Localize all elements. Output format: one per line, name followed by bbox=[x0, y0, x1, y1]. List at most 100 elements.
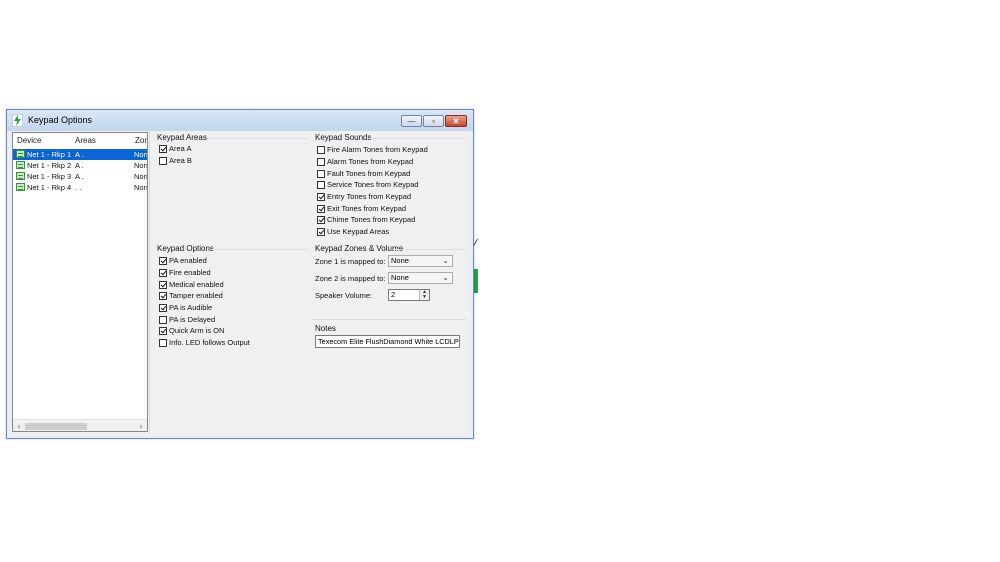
notes-input[interactable]: Texecom Elite FlushDiamond White LCDLP bbox=[315, 335, 460, 348]
service-tones-checkbox[interactable]: Service Tones from Keypad bbox=[317, 179, 419, 190]
keypad-sounds-title: Keypad Sounds bbox=[315, 133, 372, 142]
stepper-buttons[interactable]: ▲ ▼ bbox=[419, 290, 429, 300]
app-lightning-icon bbox=[12, 114, 23, 127]
checkbox-box[interactable] bbox=[317, 227, 325, 236]
zone1-label: Zone 1 is mapped to: bbox=[315, 257, 386, 266]
use-keypad-areas-checkbox[interactable]: Use Keypad Areas bbox=[317, 226, 389, 237]
keypad-options-window: Keypad Options — ▫ ✕ Device Areas Zone N… bbox=[6, 109, 474, 439]
keypad-device-icon bbox=[16, 150, 25, 158]
column-header-zone[interactable]: Zone bbox=[135, 136, 147, 145]
speaker-volume-label: Speaker Volume: bbox=[315, 291, 373, 300]
checkbox-label: Exit Tones from Keypad bbox=[327, 204, 407, 213]
exit-tones-checkbox[interactable]: Exit Tones from Keypad bbox=[317, 203, 406, 214]
tamper-enabled-checkbox[interactable]: Tamper enabled bbox=[159, 290, 223, 301]
checkbox-label: PA enabled bbox=[169, 256, 207, 265]
checkbox-box[interactable] bbox=[159, 256, 167, 265]
device-areas: A . bbox=[75, 161, 84, 170]
pa-delayed-checkbox[interactable]: PA is Delayed bbox=[159, 314, 215, 325]
notes-title: Notes bbox=[315, 324, 336, 333]
column-header-areas[interactable]: Areas bbox=[75, 136, 96, 145]
device-areas: . . bbox=[75, 183, 82, 192]
zone1-value: None bbox=[391, 256, 409, 265]
keypad-device-icon bbox=[16, 161, 25, 169]
notes-value: Texecom Elite FlushDiamond White LCDLP bbox=[318, 337, 459, 346]
maximize-icon: ▫ bbox=[432, 116, 435, 126]
checkbox-box[interactable] bbox=[159, 338, 167, 347]
keypad-options-title: Keypad Options bbox=[157, 244, 214, 253]
checkbox-label: Service Tones from Keypad bbox=[327, 180, 419, 189]
chevron-down-icon: ⌄ bbox=[442, 273, 449, 282]
checkbox-box[interactable] bbox=[317, 180, 325, 189]
checkbox-label: Area A bbox=[169, 144, 192, 153]
device-row[interactable]: Net 1 - Rkp 2 A . None bbox=[13, 160, 147, 171]
panel-splitter[interactable] bbox=[149, 131, 154, 434]
device-name: Net 1 - Rkp 3 bbox=[27, 172, 72, 181]
checkbox-label: Fault Tones from Keypad bbox=[327, 169, 411, 178]
stepper-down-icon[interactable]: ▼ bbox=[420, 295, 429, 300]
checkbox-box[interactable] bbox=[159, 315, 167, 324]
checkbox-box[interactable] bbox=[317, 204, 325, 213]
scroll-thumb[interactable] bbox=[25, 423, 87, 430]
window-client-area: Device Areas Zone Net 1 - Rkp 1 A . None… bbox=[11, 131, 469, 434]
close-icon: ✕ bbox=[452, 116, 460, 126]
checkbox-box[interactable] bbox=[159, 303, 167, 312]
checkbox-label: PA is Audible bbox=[169, 303, 213, 312]
zone1-select[interactable]: None ⌄ bbox=[388, 255, 453, 267]
zone2-select[interactable]: None ⌄ bbox=[388, 272, 453, 284]
device-zone: None bbox=[134, 150, 148, 159]
device-zone: None bbox=[134, 172, 148, 181]
device-areas: A . bbox=[75, 172, 84, 181]
chime-tones-checkbox[interactable]: Chime Tones from Keypad bbox=[317, 214, 415, 225]
pa-audible-checkbox[interactable]: PA is Audible bbox=[159, 302, 212, 313]
checkbox-label: Tamper enabled bbox=[169, 291, 223, 300]
window-title: Keypad Options bbox=[28, 115, 93, 125]
area-b-checkbox[interactable]: Area B bbox=[159, 155, 192, 166]
scroll-left-icon[interactable]: ‹ bbox=[13, 420, 25, 431]
checkbox-box[interactable] bbox=[159, 280, 167, 289]
checkbox-box[interactable] bbox=[159, 326, 167, 335]
entry-tones-checkbox[interactable]: Entry Tones from Keypad bbox=[317, 191, 411, 202]
horizontal-scrollbar[interactable]: ‹ › bbox=[13, 419, 147, 431]
device-row[interactable]: Net 1 - Rkp 4 . . None bbox=[13, 182, 147, 193]
minimize-icon: — bbox=[407, 116, 416, 126]
keypad-device-icon bbox=[16, 183, 25, 191]
pa-enabled-checkbox[interactable]: PA enabled bbox=[159, 255, 207, 266]
checkbox-label: Fire enabled bbox=[169, 268, 211, 277]
speaker-volume-value: 2 bbox=[391, 290, 396, 299]
device-list-header: Device Areas Zone bbox=[13, 133, 147, 147]
area-a-checkbox[interactable]: Area A bbox=[159, 143, 192, 154]
checkbox-label: PA is Delayed bbox=[169, 315, 216, 324]
checkbox-box[interactable] bbox=[159, 291, 167, 300]
checkbox-box[interactable] bbox=[159, 268, 167, 277]
checkbox-box[interactable] bbox=[317, 215, 325, 224]
zone2-value: None bbox=[391, 273, 409, 282]
fire-enabled-checkbox[interactable]: Fire enabled bbox=[159, 267, 211, 278]
info-led-checkbox[interactable]: Info. LED follows Output bbox=[159, 337, 250, 348]
device-list[interactable]: Device Areas Zone Net 1 - Rkp 1 A . None… bbox=[12, 132, 148, 432]
quick-arm-checkbox[interactable]: Quick Arm is ON bbox=[159, 325, 224, 336]
device-name: Net 1 - Rkp 2 bbox=[27, 161, 72, 170]
device-row[interactable]: Net 1 - Rkp 1 A . None bbox=[13, 149, 148, 160]
speaker-volume-stepper[interactable]: 2 ▲ ▼ bbox=[388, 289, 430, 301]
checkbox-box[interactable] bbox=[317, 192, 325, 201]
checkbox-box[interactable] bbox=[159, 144, 167, 153]
close-button[interactable]: ✕ bbox=[445, 115, 467, 127]
fire-alarm-tones-checkbox[interactable]: Fire Alarm Tones from Keypad bbox=[317, 144, 428, 155]
title-bar[interactable]: Keypad Options — ▫ ✕ bbox=[7, 110, 473, 131]
checkbox-box[interactable] bbox=[317, 169, 325, 178]
fault-tones-checkbox[interactable]: Fault Tones from Keypad bbox=[317, 168, 410, 179]
scroll-right-icon[interactable]: › bbox=[135, 420, 147, 431]
keypad-areas-title: Keypad Areas bbox=[157, 133, 207, 142]
checkbox-box[interactable] bbox=[159, 156, 167, 165]
maximize-button[interactable]: ▫ bbox=[423, 115, 444, 127]
checkbox-label: Quick Arm is ON bbox=[169, 326, 225, 335]
alarm-tones-checkbox[interactable]: Alarm Tones from Keypad bbox=[317, 156, 413, 167]
checkbox-box[interactable] bbox=[317, 157, 325, 166]
column-header-device[interactable]: Device bbox=[17, 136, 41, 145]
minimize-button[interactable]: — bbox=[401, 115, 422, 127]
checkbox-box[interactable] bbox=[317, 145, 325, 154]
device-name: Net 1 - Rkp 1 bbox=[27, 150, 72, 159]
device-row[interactable]: Net 1 - Rkp 3 A . None bbox=[13, 171, 148, 182]
checkbox-label: Use Keypad Areas bbox=[327, 227, 390, 236]
medical-enabled-checkbox[interactable]: Medical enabled bbox=[159, 279, 224, 290]
